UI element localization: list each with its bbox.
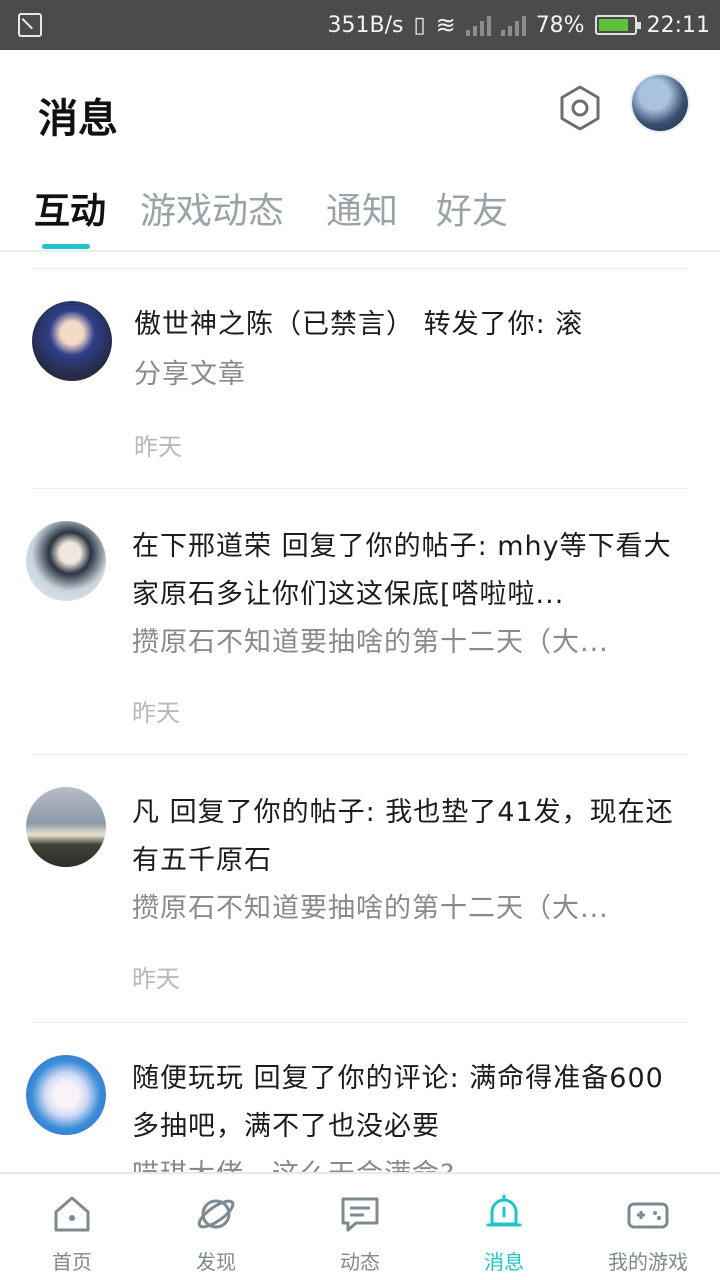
page-title: 消息 [38, 96, 118, 142]
tab-friends[interactable]: 好友 [436, 182, 508, 234]
nav-label: 消息 [484, 1250, 524, 1274]
message-subtitle: 攒原石不知道要抽啥的第十二天（大... [132, 893, 609, 924]
tab-bar: 互动 游戏动态 通知 好友 [0, 170, 720, 252]
tab-game-updates[interactable]: 游戏动态 [140, 182, 284, 234]
chat-icon [341, 1197, 379, 1232]
avatar[interactable] [26, 787, 106, 867]
message-list: 傲世神之陈（已禁言） 转发了你: 滚 分享文章 昨天 在下邢道荣 回复了你的帖子… [0, 268, 720, 1172]
avatar[interactable] [26, 521, 106, 601]
message-item[interactable]: 凡 回复了你的帖子: 我也垫了41发，现在还有五千原石 攒原石不知道要抽啥的第十… [26, 754, 688, 1022]
tab-interactions[interactable]: 互动 [34, 182, 106, 234]
active-tab-indicator [42, 244, 90, 249]
wifi-icon: ≋ [435, 11, 456, 39]
nav-label: 发现 [196, 1250, 236, 1274]
message-subtitle: 喵琪大佬，这么天会满命? [132, 1151, 688, 1172]
planet-icon [197, 1199, 235, 1229]
battery-percent: 78% [535, 12, 585, 38]
bottom-navigation: 首页 发现 动态 消息 我的游戏 [0, 1172, 720, 1280]
message-time: 昨天 [132, 699, 180, 727]
nav-label: 动态 [340, 1250, 380, 1274]
avatar[interactable] [32, 301, 112, 381]
tab-notifications[interactable]: 通知 [326, 182, 398, 234]
nav-label: 我的游戏 [608, 1250, 688, 1274]
message-subtitle: 分享文章 [134, 359, 246, 390]
home-icon [54, 1196, 90, 1232]
clock: 22:11 [646, 12, 710, 38]
message-item[interactable]: 随便玩玩 回复了你的评论: 满命得准备600多抽吧，满不了也没必要 喵琪大佬，这… [26, 1022, 688, 1172]
avatar[interactable] [26, 1055, 106, 1135]
gallery-icon [18, 13, 42, 37]
status-bar: 351B/s ▯ ≋ 78% 22:11 [0, 0, 720, 50]
nav-discover[interactable]: 发现 [144, 1174, 288, 1280]
settings-icon[interactable] [556, 84, 604, 132]
nav-home[interactable]: 首页 [0, 1174, 144, 1280]
message-title: 凡 回复了你的帖子: 我也垫了41发，现在还有五千原石 [132, 797, 674, 876]
message-title: 随便玩玩 回复了你的评论: 满命得准备600多抽吧，满不了也没必要 [132, 1063, 664, 1142]
signal-1-icon [465, 14, 491, 36]
message-item[interactable]: 在下邢道荣 回复了你的帖子: mhy等下看大家原石多让你们这这保底[嗒啦啦...… [26, 488, 688, 754]
signal-2-icon [500, 14, 526, 36]
message-title: 在下邢道荣 回复了你的帖子: mhy等下看大家原石多让你们这这保底[嗒啦啦... [132, 531, 672, 610]
battery-icon [594, 15, 641, 35]
bell-icon [486, 1194, 522, 1227]
message-time: 昨天 [134, 433, 182, 461]
nav-label: 首页 [52, 1250, 92, 1274]
message-time: 昨天 [132, 965, 180, 993]
status-right: 351B/s ▯ ≋ 78% 22:11 [328, 0, 711, 50]
nav-messages[interactable]: 消息 [432, 1174, 576, 1280]
message-subtitle: 攒原石不知道要抽啥的第十二天（大... [132, 627, 609, 658]
message-title: 傲世神之陈（已禁言） 转发了你: 滚 [134, 309, 584, 340]
vibrate-icon: ▯ [413, 12, 426, 38]
message-item[interactable]: 傲世神之陈（已禁言） 转发了你: 滚 分享文章 昨天 [32, 268, 688, 488]
network-speed: 351B/s [327, 12, 404, 38]
nav-my-games[interactable]: 我的游戏 [576, 1174, 720, 1280]
user-avatar[interactable] [632, 75, 688, 131]
nav-feed[interactable]: 动态 [288, 1174, 432, 1280]
gamepad-icon [627, 1202, 669, 1229]
app-header: 消息 [0, 50, 720, 170]
